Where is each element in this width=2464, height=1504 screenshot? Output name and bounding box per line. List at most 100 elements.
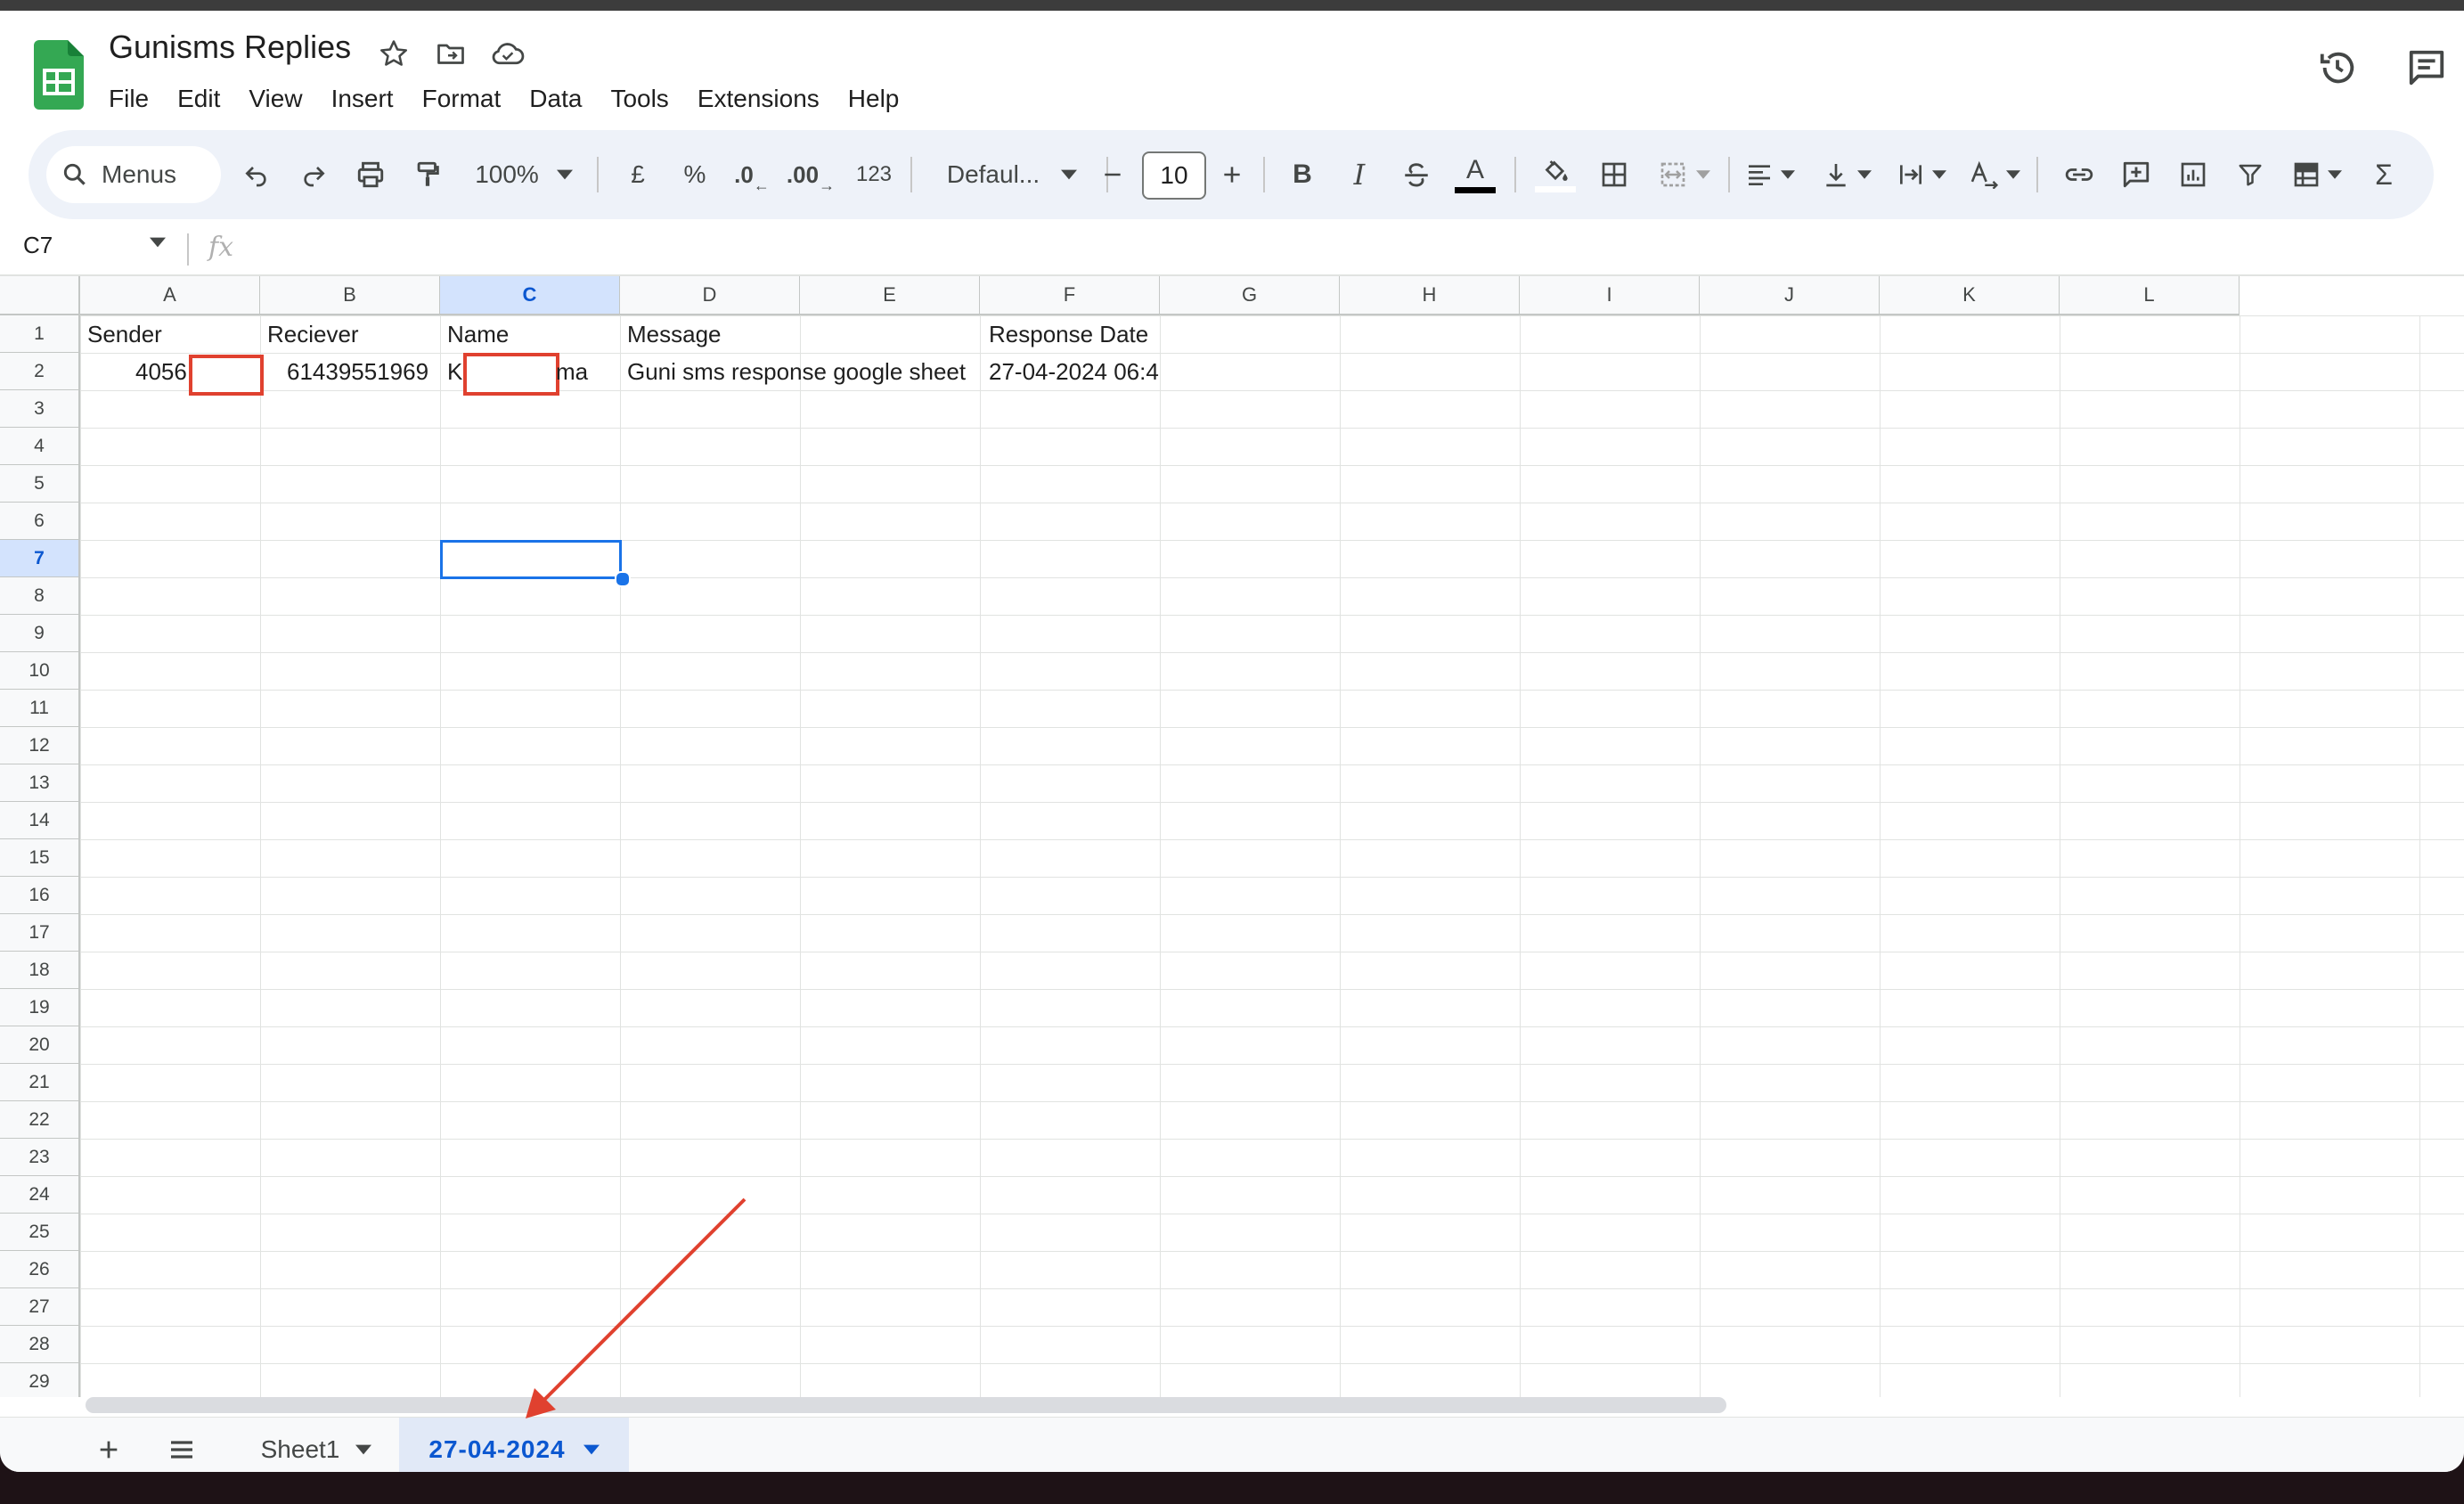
cell-A2[interactable]: 4056 bbox=[135, 353, 187, 390]
text-rotation-icon[interactable] bbox=[1958, 130, 2031, 219]
fill-color-icon[interactable] bbox=[1527, 130, 1584, 219]
italic-button[interactable]: I bbox=[1333, 130, 1386, 219]
menu-help[interactable]: Help bbox=[834, 77, 914, 121]
row-header-8[interactable]: 8 bbox=[0, 577, 80, 615]
decrease-font-size-button[interactable] bbox=[1089, 130, 1137, 219]
functions-button[interactable]: Σ bbox=[2357, 130, 2411, 219]
chevron-down-icon[interactable] bbox=[150, 237, 166, 248]
cell-E2[interactable]: 27-04-2024 06:4 bbox=[989, 353, 1162, 390]
cell-area[interactable] bbox=[80, 315, 2464, 1397]
cell-C1[interactable]: Name bbox=[447, 315, 509, 353]
comments-icon[interactable] bbox=[2400, 41, 2453, 94]
zoom-select[interactable]: 100% bbox=[461, 130, 586, 219]
row-header-17[interactable]: 17 bbox=[0, 914, 80, 952]
sheets-logo-icon[interactable] bbox=[34, 40, 84, 110]
menu-extensions[interactable]: Extensions bbox=[683, 77, 834, 121]
column-header-E[interactable]: E bbox=[800, 276, 980, 315]
row-header-5[interactable]: 5 bbox=[0, 465, 80, 503]
more-formats-button[interactable]: 123 bbox=[843, 130, 905, 219]
menus-search-box[interactable]: Menus bbox=[46, 146, 221, 203]
column-header-F[interactable]: F bbox=[980, 276, 1160, 315]
row-header-20[interactable]: 20 bbox=[0, 1026, 80, 1064]
font-size-input[interactable]: 10 bbox=[1142, 151, 1206, 200]
spreadsheet-grid[interactable]: ABCDEFGHIJKL 1 2 3 4 5 6 7 8 9 10 11 12 13 14 15 16 17 18… bbox=[0, 276, 2464, 1397]
row-header-24[interactable]: 24 bbox=[0, 1176, 80, 1214]
percent-format-button[interactable]: % bbox=[668, 130, 722, 219]
row-header-4[interactable]: 4 bbox=[0, 428, 80, 465]
all-sheets-icon[interactable] bbox=[157, 1418, 207, 1472]
document-title[interactable]: Gunisms Replies bbox=[109, 29, 351, 66]
borders-icon[interactable] bbox=[1587, 130, 1641, 219]
horizontal-align-icon[interactable] bbox=[1734, 130, 1807, 219]
row-header-9[interactable]: 9 bbox=[0, 615, 80, 652]
menu-tools[interactable]: Tools bbox=[596, 77, 682, 121]
row-header-15[interactable]: 15 bbox=[0, 839, 80, 877]
bold-button[interactable]: B bbox=[1276, 130, 1329, 219]
row-header-25[interactable]: 25 bbox=[0, 1214, 80, 1251]
row-header-27[interactable]: 27 bbox=[0, 1288, 80, 1326]
cell-D1[interactable]: Message bbox=[627, 315, 722, 353]
cell-E1[interactable]: Response Date bbox=[989, 315, 1148, 353]
text-wrapping-icon[interactable] bbox=[1885, 130, 1958, 219]
add-sheet-icon[interactable] bbox=[84, 1418, 134, 1472]
cell-B2[interactable]: 61439551969 bbox=[287, 353, 428, 390]
row-header-1[interactable]: 1 bbox=[0, 315, 80, 353]
paint-format-icon[interactable] bbox=[401, 130, 454, 219]
row-header-11[interactable]: 11 bbox=[0, 690, 80, 727]
merge-cells-icon[interactable] bbox=[1644, 130, 1725, 219]
cell-A1[interactable]: Sender bbox=[87, 315, 162, 353]
row-header-7[interactable]: 7 bbox=[0, 540, 80, 577]
column-header-A[interactable]: A bbox=[80, 276, 260, 315]
row-header-14[interactable]: 14 bbox=[0, 802, 80, 839]
cloud-saved-icon[interactable] bbox=[488, 34, 527, 73]
version-history-icon[interactable] bbox=[2311, 41, 2364, 94]
row-header-22[interactable]: 22 bbox=[0, 1101, 80, 1139]
cell-C2-start[interactable]: K bbox=[447, 353, 462, 390]
column-header-C[interactable]: C bbox=[440, 276, 620, 315]
select-all-corner[interactable] bbox=[0, 276, 80, 315]
name-box[interactable]: C7 bbox=[23, 232, 53, 259]
cell-B1[interactable]: Reciever bbox=[267, 315, 359, 353]
insert-comment-icon[interactable] bbox=[2109, 130, 2163, 219]
column-header-I[interactable]: I bbox=[1520, 276, 1700, 315]
column-header-B[interactable]: B bbox=[260, 276, 440, 315]
cell-D2[interactable]: Guni sms response google sheet bbox=[627, 353, 966, 390]
row-header-19[interactable]: 19 bbox=[0, 989, 80, 1026]
decrease-decimal-button[interactable]: .0 ← bbox=[725, 130, 779, 219]
cell-C2-end[interactable]: ma bbox=[556, 353, 588, 390]
menu-view[interactable]: View bbox=[234, 77, 316, 121]
menu-data[interactable]: Data bbox=[515, 77, 596, 121]
text-color-button[interactable]: A bbox=[1447, 130, 1504, 219]
increase-decimal-button[interactable]: .00 → bbox=[782, 130, 839, 219]
move-folder-icon[interactable] bbox=[431, 34, 470, 73]
star-icon[interactable] bbox=[374, 34, 413, 73]
row-header-10[interactable]: 10 bbox=[0, 652, 80, 690]
column-header-G[interactable]: G bbox=[1160, 276, 1340, 315]
selected-cell-C7[interactable] bbox=[440, 540, 622, 579]
column-header-L[interactable]: L bbox=[2060, 276, 2240, 315]
vertical-align-icon[interactable] bbox=[1810, 130, 1883, 219]
increase-font-size-button[interactable] bbox=[1208, 130, 1256, 219]
sheet-tab-active[interactable]: 27-04-2024 bbox=[399, 1418, 629, 1472]
row-header-21[interactable]: 21 bbox=[0, 1064, 80, 1101]
undo-icon[interactable] bbox=[230, 130, 283, 219]
column-header-J[interactable]: J bbox=[1700, 276, 1880, 315]
row-header-2[interactable]: 2 bbox=[0, 353, 80, 390]
currency-format-button[interactable]: £ bbox=[611, 130, 665, 219]
table-view-icon[interactable] bbox=[2280, 130, 2354, 219]
insert-link-icon[interactable] bbox=[2052, 130, 2106, 219]
strikethrough-icon[interactable] bbox=[1390, 130, 1443, 219]
menu-format[interactable]: Format bbox=[408, 77, 516, 121]
row-header-16[interactable]: 16 bbox=[0, 877, 80, 914]
horizontal-scrollbar[interactable] bbox=[86, 1397, 1726, 1413]
row-header-26[interactable]: 26 bbox=[0, 1251, 80, 1288]
row-header-12[interactable]: 12 bbox=[0, 727, 80, 764]
row-header-18[interactable]: 18 bbox=[0, 952, 80, 989]
filter-icon[interactable] bbox=[2223, 130, 2277, 219]
row-header-3[interactable]: 3 bbox=[0, 390, 80, 428]
menu-insert[interactable]: Insert bbox=[317, 77, 408, 121]
menu-edit[interactable]: Edit bbox=[163, 77, 234, 121]
menu-file[interactable]: File bbox=[94, 77, 163, 121]
font-select[interactable]: Defaul... bbox=[923, 130, 1101, 219]
column-header-H[interactable]: H bbox=[1340, 276, 1520, 315]
